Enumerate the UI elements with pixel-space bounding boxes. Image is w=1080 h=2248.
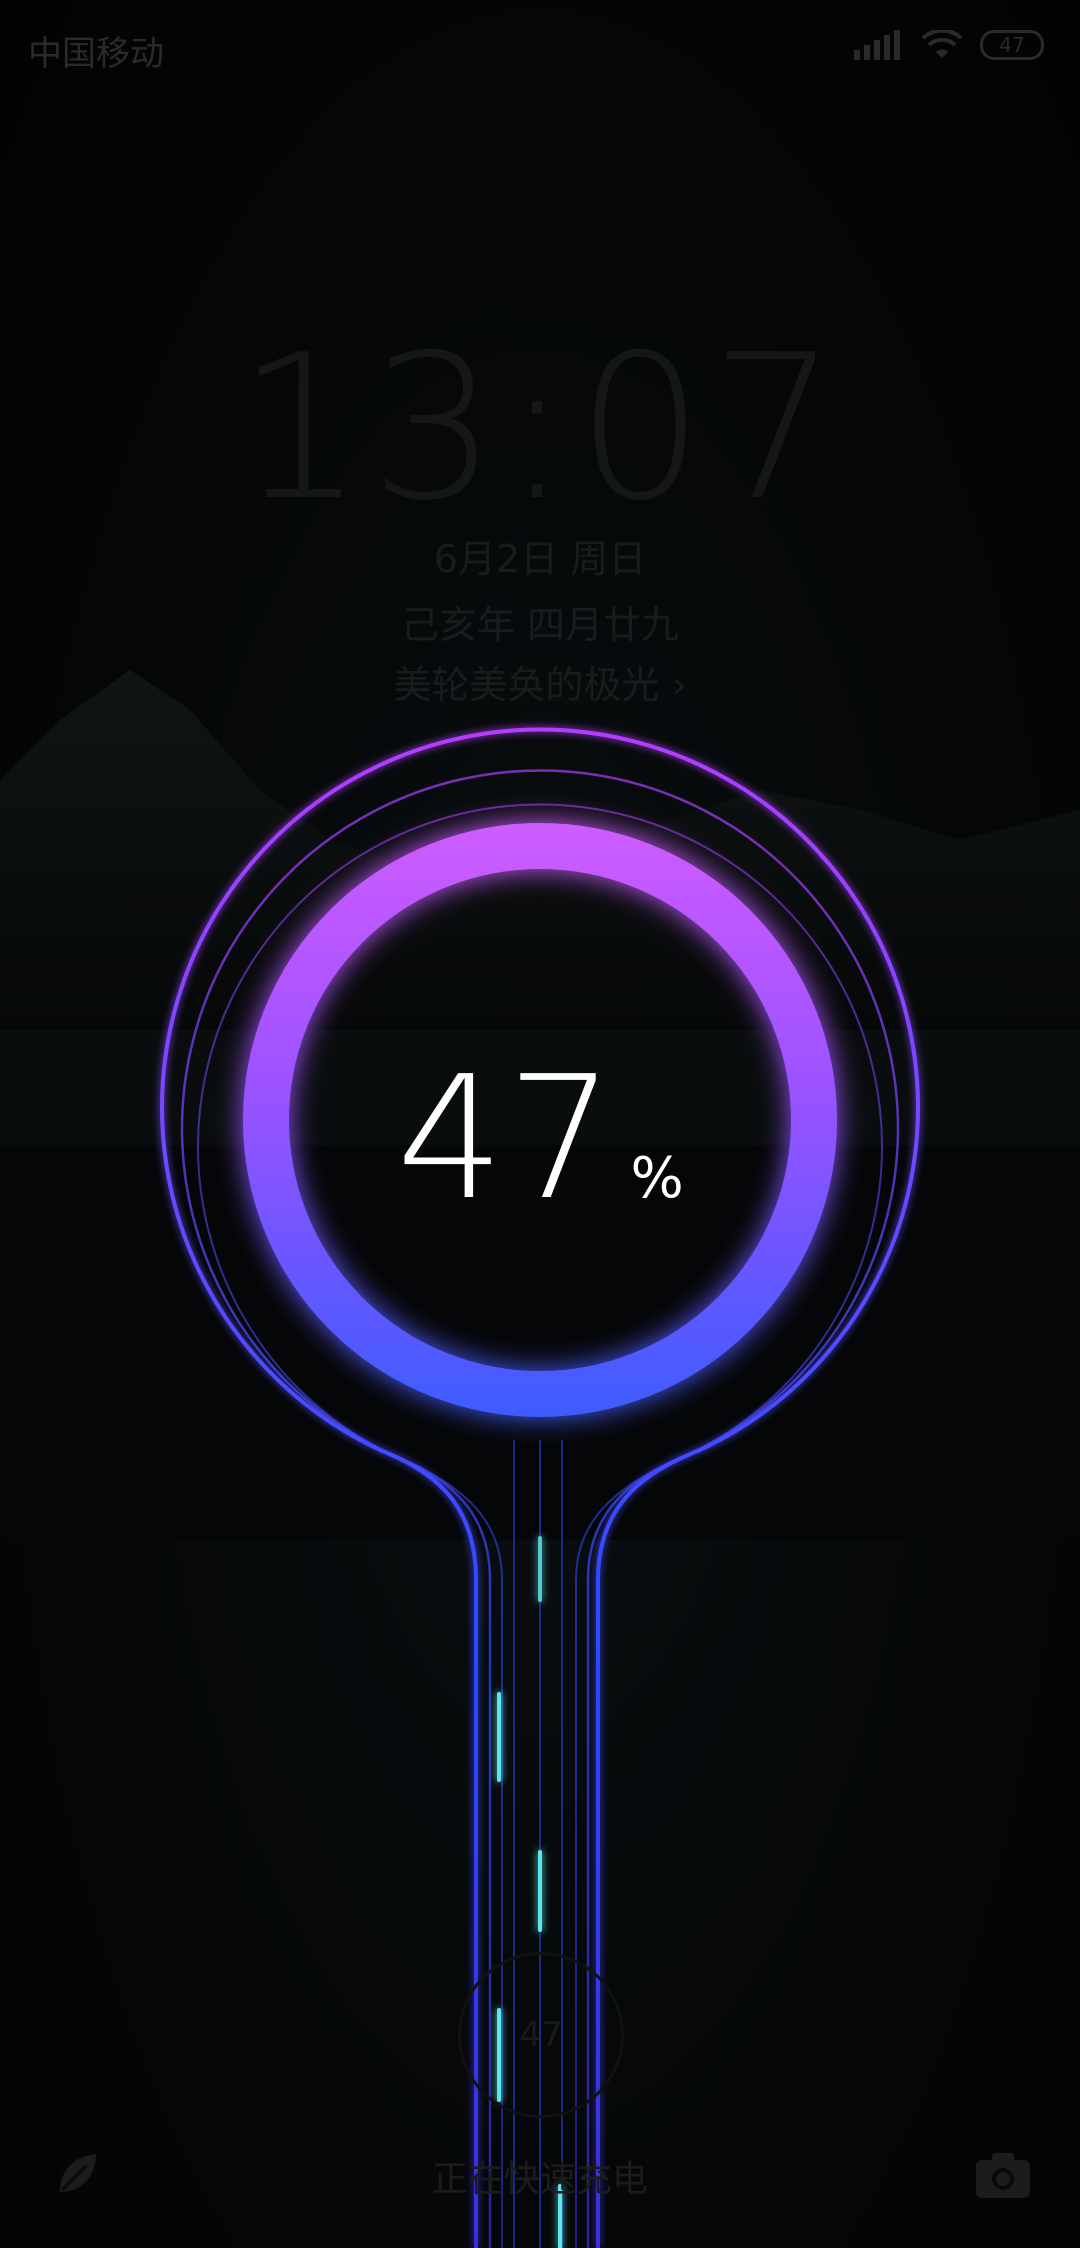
charge-flow-particles [497,1536,562,2248]
battery-percent-value: 47 [396,1040,617,1238]
charging-status-text: 正在快速充电 [431,2159,648,2200]
percent-symbol: % [630,1146,684,1211]
bottom-battery-ring: 47 [458,1952,624,2118]
lock-screen: 中国移动 47 13:07 6月2日 周日 己亥年 四月廿九 美轮美奂的极光 › [0,0,1080,2248]
battery-percentage: 47% [0,1040,1080,1238]
bottom-battery-value: 47 [519,2015,563,2055]
camera-icon[interactable] [974,2150,1032,2200]
